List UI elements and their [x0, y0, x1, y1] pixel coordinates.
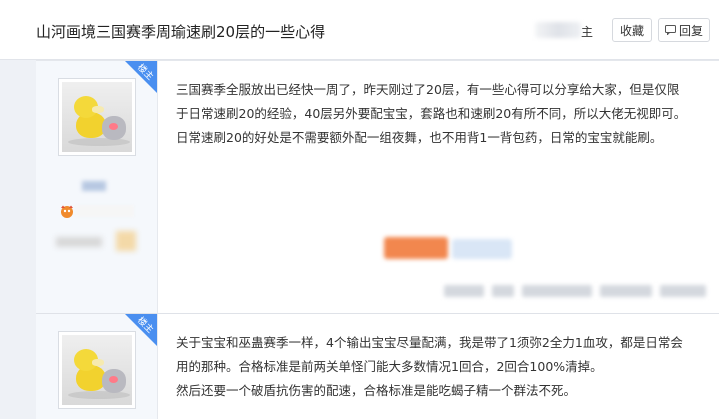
reply-label: 回复	[678, 23, 703, 38]
content-line: 然后还要一个破盾抗伤害的配速，合格标准是能吃蝎子精一个群法不死。	[176, 383, 577, 398]
avatar-image	[62, 82, 132, 152]
post-content: 三国赛季全服放出已经快一周了，昨天刚过了20层，有一些心得可以分享给大家，但是仅…	[176, 78, 696, 150]
post-floor-2: 楼主 关于宝宝和巫蛊赛季一样，4个输出宝宝尽量配满，我是带了1须弥2全力1血攻，…	[36, 313, 719, 419]
blurred-meta	[600, 285, 652, 297]
author-column: 楼主	[36, 61, 158, 313]
blurred-meta	[660, 285, 706, 297]
blurred-badge-text	[76, 205, 134, 217]
author-column: 楼主	[36, 314, 158, 419]
reply-button[interactable]: 回复	[658, 18, 710, 42]
blurred-element	[535, 22, 581, 38]
favorite-button[interactable]: 收藏	[612, 18, 652, 42]
blurred-info	[56, 237, 102, 247]
only-lz-button[interactable]: 主	[581, 23, 593, 40]
blurred-action-button[interactable]	[384, 237, 448, 259]
blurred-icon	[116, 231, 136, 251]
post-floor-1: 楼主 三国赛季全服放出已经快一周了，昨天刚过了20层，有一些心得可以分享给大家，…	[36, 60, 719, 313]
post-meta-row	[444, 285, 714, 299]
post-content: 关于宝宝和巫蛊赛季一样，4个输出宝宝尽量配满，我是带了1须弥2全力1血攻，都是日…	[176, 331, 696, 403]
level-badge-icon	[61, 205, 73, 218]
avatar-image	[62, 335, 132, 405]
blurred-action-button-secondary[interactable]	[452, 239, 512, 259]
content-line: 日常速刷20的好处是不需要额外配一组夜舞，也不用背1一背包药，日常的宝宝就能刷。	[176, 130, 663, 145]
avatar[interactable]	[58, 331, 136, 409]
blurred-meta	[492, 285, 514, 297]
blurred-meta	[522, 285, 592, 297]
favorite-label: 收藏	[619, 23, 644, 38]
content-line: 关于宝宝和巫蛊赛季一样，4个输出宝宝尽量配满，我是带了1须弥2全力1血攻，都是日…	[176, 335, 683, 350]
blurred-meta	[444, 285, 484, 297]
username-blurred[interactable]	[82, 181, 106, 191]
reply-icon	[664, 25, 676, 35]
avatar[interactable]	[58, 78, 136, 156]
content-line: 于日常速刷20的经验，40层另外要配宝宝，套路也和速刷20有所不同，所以大佬无视…	[176, 106, 687, 121]
content-line: 用的那种。合格标准是前两关单怪门能大多数情况1回合，2回合100%清掉。	[176, 359, 603, 374]
thread-header: 山河画境三国赛季周瑜速刷20层的一些心得 主 收藏 回复	[0, 0, 719, 60]
content-line: 三国赛季全服放出已经快一周了，昨天刚过了20层，有一些心得可以分享给大家，但是仅…	[176, 82, 680, 97]
thread-title: 山河画境三国赛季周瑜速刷20层的一些心得	[36, 23, 326, 41]
